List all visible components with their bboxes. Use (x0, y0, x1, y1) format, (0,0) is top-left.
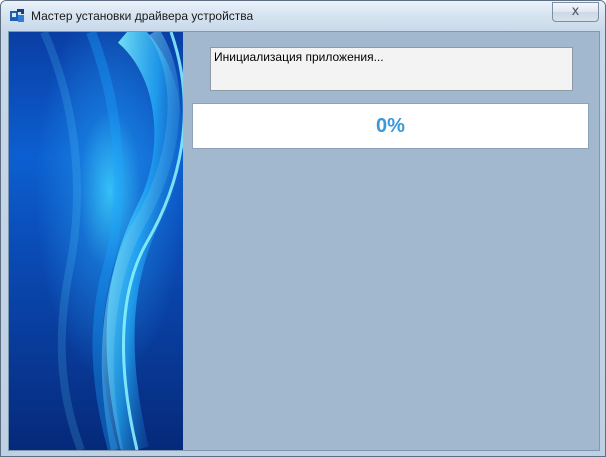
close-icon: x (571, 4, 580, 19)
installer-window: Мастер установки драйвера устройства x И… (0, 0, 606, 457)
status-message-box: Инициализация приложения... (210, 47, 573, 91)
progress-percentage: 0% (376, 114, 405, 137)
window-title: Мастер установки драйвера устройства (31, 9, 254, 23)
installer-content: Инициализация приложения... 0% (8, 31, 600, 451)
close-button[interactable]: x (552, 2, 599, 22)
installer-icon (10, 9, 24, 22)
banner-wave-art (40, 32, 183, 450)
title-bar: Мастер установки драйвера устройства x (1, 1, 605, 31)
progress-panel: 0% (192, 103, 589, 149)
side-banner-image (9, 32, 183, 450)
